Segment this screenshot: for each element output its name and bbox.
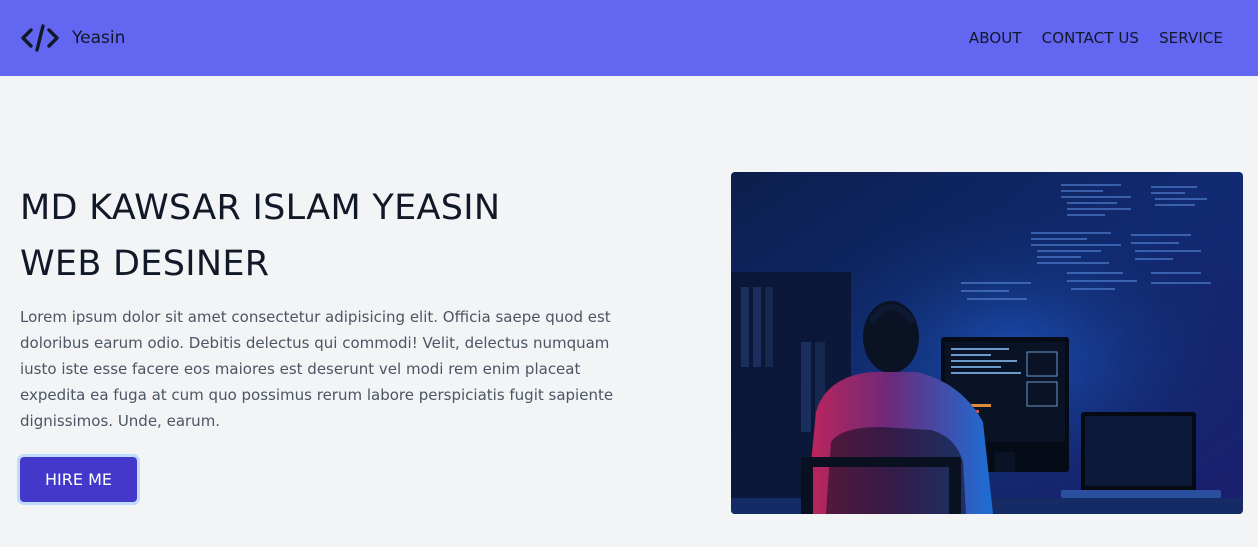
hire-me-button[interactable]: HIRE ME: [20, 457, 137, 502]
hero-description: Lorem ipsum dolor sit amet consectetur a…: [20, 308, 614, 430]
hero-title-role: WEB DESINER: [20, 244, 270, 284]
hero-image: [731, 172, 1243, 514]
nav-links: ABOUT CONTACT US SERVICE: [969, 29, 1223, 47]
nav-link-contact-us[interactable]: CONTACT US: [1042, 29, 1139, 47]
nav-link-about[interactable]: ABOUT: [969, 29, 1022, 47]
navbar: Yeasin ABOUT CONTACT US SERVICE: [0, 0, 1258, 76]
code-icon: [21, 24, 59, 52]
nav-link-service[interactable]: SERVICE: [1159, 29, 1223, 47]
brand-name: Yeasin: [72, 28, 126, 48]
hero-title-name: MD KAWSAR ISLAM YEASIN: [20, 188, 501, 228]
brand-link[interactable]: Yeasin: [20, 23, 125, 53]
hero-section: MD KAWSAR ISLAM YEASIN WEB DESINER Lorem…: [20, 180, 630, 434]
hero-title: MD KAWSAR ISLAM YEASIN WEB DESINER: [20, 180, 630, 292]
